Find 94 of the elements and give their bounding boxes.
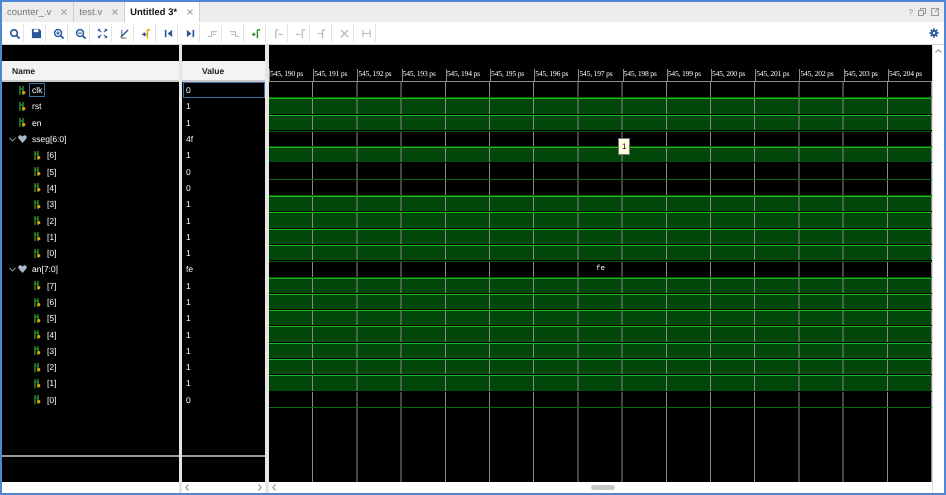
signal-name[interactable]: en [29,116,44,130]
marker-left-icon [272,28,284,38]
signal-bus-icon [18,265,26,274]
crossed-marker-icon [118,28,130,38]
signal-value: 1 [186,297,191,307]
signal-value: 1 [186,101,191,112]
signal-name[interactable]: [6] [44,295,60,309]
marker-arrow-icon [140,28,152,38]
cross-icon [338,28,350,38]
signal-value: 1 [186,199,191,210]
signal-value: 4f [186,134,194,144]
signal-bus-icon [18,135,26,144]
signal-value: 1 [186,248,191,258]
signal-name[interactable]: [5] [44,311,60,326]
close-icon[interactable] [187,9,194,15]
scroll-right-icon[interactable] [258,484,262,491]
signal-bit-icon [34,150,40,160]
signal-bit-icon [34,362,40,372]
restore-icon[interactable] [918,8,926,16]
signal-value: 1 [186,378,191,388]
signal-value: fe [186,264,194,274]
signal-bit-icon [34,232,40,242]
expand-chevron-icon[interactable] [8,266,16,272]
marker-right-icon [294,28,306,38]
signal-value: 1 [186,216,191,226]
bracket-icon [360,28,372,38]
signal-name[interactable]: [3] [44,344,60,358]
signal-bit-icon [34,298,40,306]
signal-name[interactable]: [0] [44,392,60,407]
signal-bit-icon [34,395,40,404]
signal-name[interactable]: [2] [44,360,60,374]
search-icon [8,28,20,38]
signal-value: 1 [186,346,191,356]
horizontal-scrollbar[interactable] [182,482,265,493]
signal-bit-icon [34,346,40,356]
signal-value: 0 [186,182,191,193]
horizontal-scrollbar[interactable] [269,482,932,493]
column-header[interactable]: Value [182,61,265,82]
editor-tab[interactable]: Untitled 3* [125,2,200,22]
signal-name[interactable]: [1] [44,230,60,244]
column-header[interactable]: Name [2,61,179,82]
signal-value: 1 [186,150,191,160]
signal-name[interactable]: rst [29,99,44,114]
signal-name[interactable]: sseg[6:0] [29,132,70,146]
signal-bit-icon [18,102,26,111]
signal-value: 1 [186,362,191,372]
signal-name[interactable]: an[7:0] [29,262,61,276]
scroll-up-icon[interactable] [935,49,942,53]
signal-name[interactable]: [3] [44,197,60,212]
scroll-left-icon[interactable] [185,484,189,491]
signal-value: 1 [186,313,191,324]
signal-value: 1 [186,280,191,291]
signal-value: 0 [186,394,191,405]
scrollbar-thumb[interactable] [590,485,614,490]
signal-bit-icon [18,118,26,128]
signal-value: 1 [186,118,191,128]
close-icon[interactable] [61,9,68,15]
skip-back-icon [162,28,174,38]
signal-bit-icon [34,216,40,226]
signal-name[interactable]: [4] [44,328,60,342]
signal-value: 0 [186,85,191,96]
add-marker-icon [250,28,262,38]
expand-arrows-icon [96,28,108,38]
signal-name[interactable]: clk [29,83,46,98]
skip-forward-icon [184,28,196,38]
signal-bit-icon [18,86,26,95]
settings-icon[interactable] [929,28,939,38]
expand-chevron-icon[interactable] [8,136,16,142]
signal-bit-icon [34,248,40,258]
signal-bit-icon [34,200,40,209]
signal-bit-icon [34,281,40,290]
horizontal-scrollbar[interactable] [2,482,179,493]
signal-name[interactable]: [6] [44,148,60,162]
float-window-icon[interactable] [931,8,939,16]
signal-value: 1 [186,232,191,242]
signal-name[interactable]: [0] [44,246,60,260]
signal-value: 1 [186,330,191,340]
signal-bit-icon [34,183,40,192]
zoom-out-icon [74,28,86,38]
signal-name[interactable]: [4] [44,180,60,195]
signal-bit-icon [34,314,40,323]
signal-bit-icon [34,167,40,176]
signal-name[interactable]: [2] [44,214,60,228]
value-tooltip: 1 [618,138,630,155]
zoom-in-icon [52,28,64,38]
scroll-left-icon[interactable] [272,484,276,491]
close-icon[interactable] [112,9,118,15]
signal-bit-icon [34,378,40,388]
signal-name[interactable]: [5] [44,164,60,179]
marker-icon [316,28,328,38]
signal-value: 0 [186,166,191,177]
signal-name[interactable]: [1] [44,376,60,390]
signal-name[interactable]: [7] [44,278,60,293]
signal-bit-icon [34,330,40,340]
